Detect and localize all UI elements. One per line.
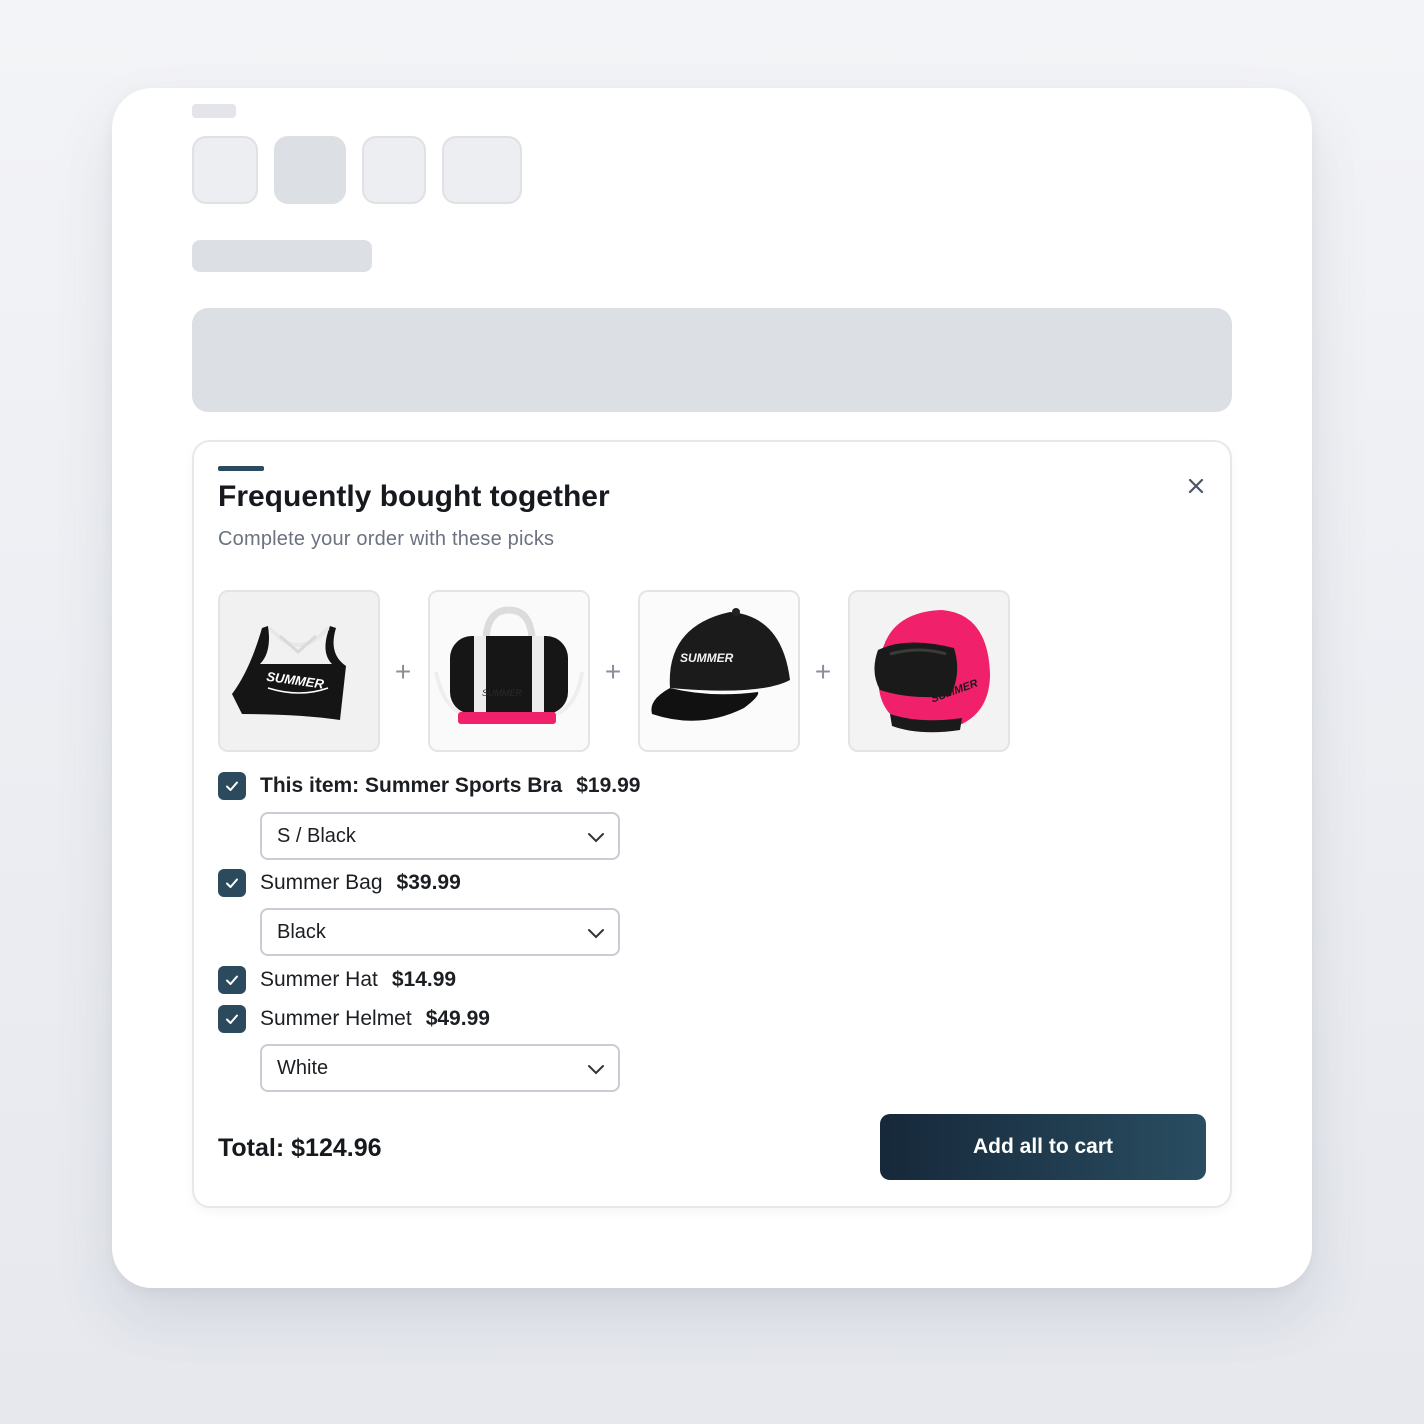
item-checkbox[interactable] [218, 1005, 246, 1033]
check-icon [226, 975, 238, 985]
variant-value: S / Black [277, 825, 356, 847]
panel-subtitle: Complete your order with these picks [218, 528, 555, 550]
skeleton-text [192, 240, 372, 272]
item-name: Summer Helmet [260, 1007, 412, 1030]
item-checkbox[interactable] [218, 772, 246, 800]
cap-brand-text: SUMMER [680, 651, 734, 665]
item-name: Summer Hat [260, 968, 378, 991]
list-item: Summer Helmet $49.99 [218, 1004, 490, 1034]
helmet-image[interactable]: SUMMER [848, 590, 1010, 752]
cap-image[interactable]: SUMMER [638, 590, 800, 752]
plus-icon: + [814, 656, 832, 687]
sports-bra-image[interactable]: SUMMER [218, 590, 380, 752]
check-icon [226, 878, 238, 888]
list-item: Summer Bag $39.99 [218, 868, 461, 898]
plus-icon: + [394, 656, 412, 687]
frequently-bought-together-panel: Frequently bought together Complete your… [192, 440, 1232, 1208]
variant-select[interactable]: White [260, 1044, 620, 1092]
skeleton-option-2 [274, 136, 346, 204]
check-icon [226, 1014, 238, 1024]
item-price: $49.99 [425, 1007, 490, 1030]
add-all-to-cart-button[interactable]: Add all to cart [880, 1114, 1206, 1180]
chevron-down-icon [588, 833, 604, 843]
plus-icon: + [604, 656, 622, 687]
duffel-bag-image[interactable]: SUMMER [428, 590, 590, 752]
skeleton-option-1 [192, 136, 258, 204]
item-checkbox[interactable] [218, 966, 246, 994]
item-name: Summer Bag [260, 871, 383, 894]
bag-brand-text: SUMMER [482, 688, 522, 698]
list-item: Summer Hat $14.99 [218, 965, 456, 995]
page-card: Frequently bought together Complete your… [112, 88, 1312, 1288]
variant-value: Black [277, 921, 326, 943]
item-price: $39.99 [396, 871, 461, 894]
item-price: $14.99 [391, 968, 457, 991]
chevron-down-icon [588, 929, 604, 939]
skeleton-bar [192, 308, 1232, 412]
variant-select[interactable]: Black [260, 908, 620, 956]
panel-title: Frequently bought together [218, 480, 610, 513]
item-price: $19.99 [576, 774, 641, 797]
skeleton-label [192, 104, 236, 118]
check-icon [226, 781, 238, 791]
skeleton-option-3 [362, 136, 426, 204]
chevron-down-icon [588, 1065, 604, 1075]
variant-value: White [277, 1057, 329, 1079]
total-price: Total: $124.96 [218, 1134, 382, 1162]
item-checkbox[interactable] [218, 869, 246, 897]
item-name: This item: Summer Sports Bra [260, 774, 563, 797]
skeleton-option-4 [442, 136, 522, 204]
variant-select[interactable]: S / Black [260, 812, 620, 860]
accent-bar [218, 466, 264, 471]
list-item: This item: Summer Sports Bra $19.99 [218, 771, 640, 801]
close-icon[interactable] [1182, 472, 1210, 500]
